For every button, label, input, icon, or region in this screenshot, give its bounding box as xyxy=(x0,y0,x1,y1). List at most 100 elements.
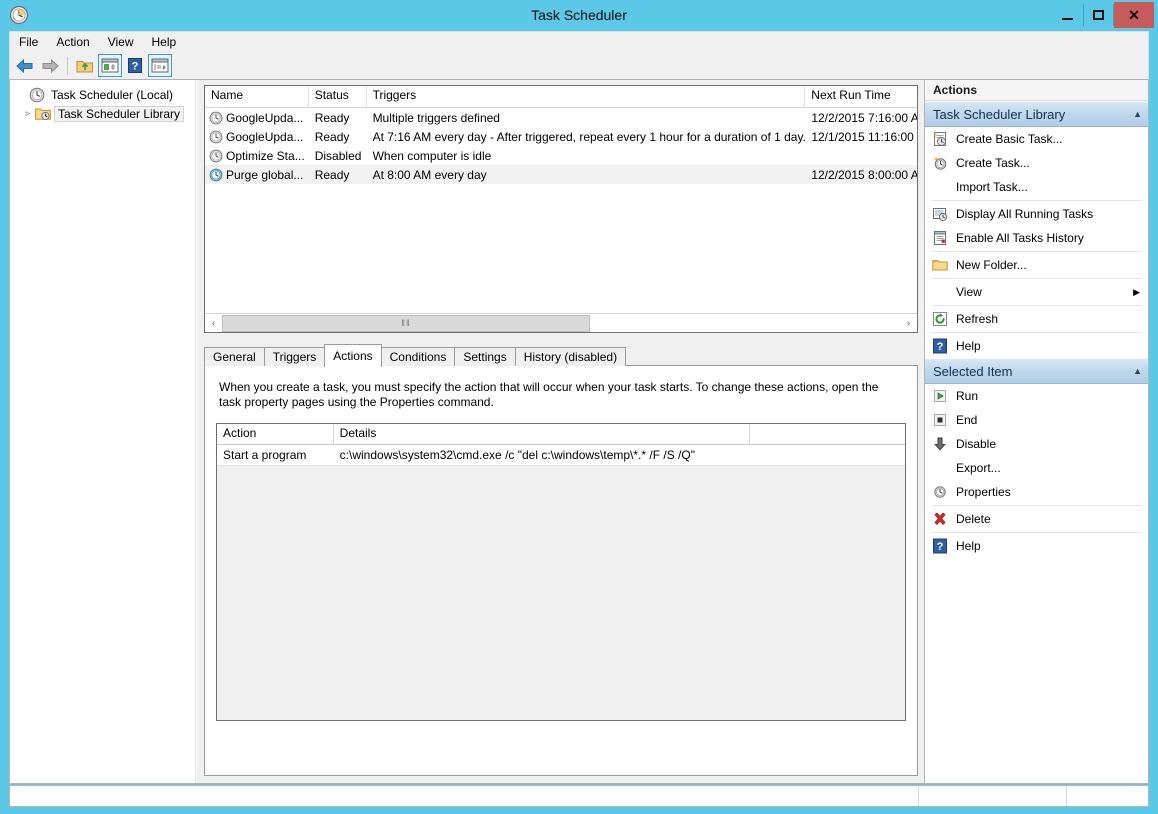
action-delete[interactable]: Delete xyxy=(925,507,1148,531)
cell-triggers: At 7:16 AM every day - After triggered, … xyxy=(367,130,806,144)
separator xyxy=(932,251,1142,252)
column-header-next-run-time[interactable]: Next Run Time xyxy=(805,86,917,107)
scrollbar-thumb[interactable]: ‖‖ xyxy=(222,315,590,332)
scroll-right-arrow-icon[interactable]: › xyxy=(900,315,917,332)
show-hide-console-tree-icon xyxy=(101,58,119,73)
chevron-up-icon[interactable]: ▲ xyxy=(1133,109,1142,119)
action-label: Disable xyxy=(956,437,1148,451)
cell-status: Ready xyxy=(309,111,367,125)
column-header-triggers[interactable]: Triggers xyxy=(367,86,806,107)
action-label: Create Basic Task... xyxy=(956,132,1148,146)
actions-group-selected-item[interactable]: Selected Item ▲ xyxy=(925,358,1148,384)
middle-pane: Name Status Triggers Next Run Time xyxy=(197,80,924,783)
table-row[interactable]: Start a program c:\windows\system32\cmd.… xyxy=(217,445,905,466)
task-clock-icon xyxy=(209,149,223,163)
submenu-arrow-icon: ▶ xyxy=(1133,287,1148,298)
action-label: Enable All Tasks History xyxy=(956,231,1148,245)
menu-file[interactable]: File xyxy=(10,33,47,52)
actions-group-label: Task Scheduler Library xyxy=(933,107,1133,122)
action-end[interactable]: End xyxy=(925,408,1148,432)
action-label: Create Task... xyxy=(956,156,1148,170)
scrollbar-track[interactable]: ‖‖ xyxy=(222,315,900,332)
folder-clock-icon xyxy=(35,106,51,122)
menu-bar: File Action View Help xyxy=(9,31,1149,52)
action-create-task[interactable]: Create Task... xyxy=(925,151,1148,175)
column-header-extra[interactable] xyxy=(750,424,905,444)
action-export[interactable]: Export... xyxy=(925,456,1148,480)
table-row[interactable]: GoogleUpda... Ready At 7:16 AM every day… xyxy=(205,127,917,146)
client-area: Task Scheduler (Local) ▹ Task Scheduler … xyxy=(9,79,1149,784)
help-icon: ? xyxy=(127,58,143,73)
back-button[interactable] xyxy=(13,54,37,77)
forward-button[interactable] xyxy=(38,54,62,77)
action-label: Export... xyxy=(956,461,1148,475)
menu-help[interactable]: Help xyxy=(143,33,186,52)
tree-item-task-scheduler-library[interactable]: ▹ Task Scheduler Library xyxy=(10,104,195,123)
close-button[interactable]: ✕ xyxy=(1114,2,1154,28)
refresh-icon xyxy=(932,311,948,327)
table-row[interactable]: Purge global... Ready At 8:00 AM every d… xyxy=(205,165,917,184)
tab-settings[interactable]: Settings xyxy=(454,347,515,366)
tab-general[interactable]: General xyxy=(204,347,265,366)
show-hide-console-tree-button[interactable] xyxy=(98,54,122,77)
tab-triggers[interactable]: Triggers xyxy=(264,347,326,366)
table-row[interactable]: GoogleUpda... Ready Multiple triggers de… xyxy=(205,108,917,127)
action-label: Run xyxy=(956,389,1148,403)
tree-item-task-scheduler-local[interactable]: Task Scheduler (Local) xyxy=(10,85,195,104)
action-run[interactable]: Run xyxy=(925,384,1148,408)
show-hide-action-pane-button[interactable] xyxy=(148,54,172,77)
action-details-grid: Action Details Start a program c:\window… xyxy=(216,423,906,721)
tab-history[interactable]: History (disabled) xyxy=(515,347,626,366)
action-enable-all-tasks-history[interactable]: Enable All Tasks History xyxy=(925,226,1148,250)
task-name: Optimize Sta... xyxy=(226,149,305,163)
action-help-library[interactable]: ? Help xyxy=(925,334,1148,358)
action-new-folder[interactable]: New Folder... xyxy=(925,253,1148,277)
minimize-glyph xyxy=(1062,18,1073,20)
display-running-tasks-icon xyxy=(932,206,948,222)
close-icon: ✕ xyxy=(1128,8,1140,22)
task-name: GoogleUpda... xyxy=(226,130,303,144)
column-header-status[interactable]: Status xyxy=(309,86,367,107)
up-one-level-button[interactable] xyxy=(73,54,97,77)
minimize-button[interactable] xyxy=(1052,2,1083,28)
task-list-view: Name Status Triggers Next Run Time xyxy=(204,85,918,333)
chevron-up-icon[interactable]: ▲ xyxy=(1133,366,1142,376)
action-view[interactable]: View ▶ xyxy=(925,280,1148,304)
menu-action[interactable]: Action xyxy=(47,33,98,52)
action-refresh[interactable]: Refresh xyxy=(925,307,1148,331)
action-import-task[interactable]: Import Task... xyxy=(925,175,1148,199)
cell-status: Disabled xyxy=(309,149,367,163)
actions-tab-description: When you create a task, you must specify… xyxy=(219,380,903,410)
chevron-right-icon[interactable]: ▹ xyxy=(21,107,35,121)
column-header-action[interactable]: Action xyxy=(217,424,334,444)
column-header-details[interactable]: Details xyxy=(334,424,751,444)
action-display-all-running-tasks[interactable]: Display All Running Tasks xyxy=(925,202,1148,226)
tab-conditions[interactable]: Conditions xyxy=(381,347,456,366)
action-properties[interactable]: Properties xyxy=(925,480,1148,504)
task-scheduler-window: Task Scheduler ✕ File Action View Help xyxy=(0,0,1158,814)
separator xyxy=(932,278,1142,279)
properties-icon xyxy=(932,484,948,500)
status-cell-2 xyxy=(919,786,1067,806)
actions-group-label: Selected Item xyxy=(933,364,1133,379)
column-header-name[interactable]: Name xyxy=(205,86,309,107)
new-folder-icon xyxy=(932,257,948,273)
action-help-selected[interactable]: ? Help xyxy=(925,534,1148,558)
detail-tabs: General Triggers Actions Conditions Sett… xyxy=(204,344,918,366)
cell-next-run-time: 12/1/2015 11:16:00 PM xyxy=(805,130,917,144)
horizontal-scrollbar[interactable]: ‹ ‖‖ › xyxy=(205,313,917,332)
cell-name: Optimize Sta... xyxy=(205,149,309,163)
action-create-basic-task[interactable]: Create Basic Task... xyxy=(925,127,1148,151)
table-row[interactable]: Optimize Sta... Disabled When computer i… xyxy=(205,146,917,165)
scroll-left-arrow-icon[interactable]: ‹ xyxy=(205,315,222,332)
delete-icon xyxy=(932,511,948,527)
tab-actions[interactable]: Actions xyxy=(324,344,381,367)
help-button[interactable]: ? xyxy=(123,54,147,77)
tree-expander-placeholder xyxy=(15,88,29,102)
actions-group-task-scheduler-library[interactable]: Task Scheduler Library ▲ xyxy=(925,101,1148,127)
menu-view[interactable]: View xyxy=(99,33,143,52)
svg-text:?: ? xyxy=(937,341,944,353)
up-folder-icon xyxy=(76,58,94,74)
maximize-button[interactable] xyxy=(1083,2,1114,28)
action-disable[interactable]: Disable xyxy=(925,432,1148,456)
